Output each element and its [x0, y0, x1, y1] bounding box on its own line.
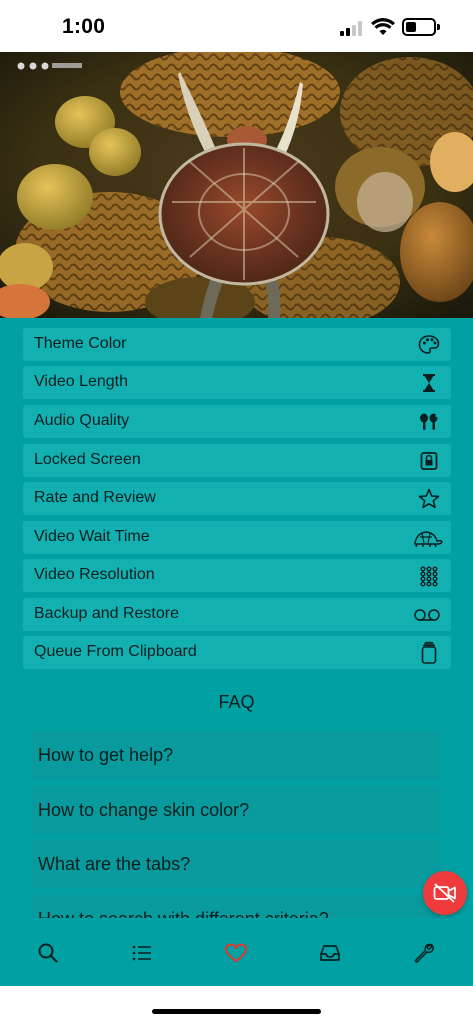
- list-icon[interactable]: [129, 940, 155, 966]
- faq-item-skin-color[interactable]: How to change skin color?: [32, 786, 441, 834]
- setting-label: Backup and Restore: [34, 605, 179, 622]
- earbuds-icon: [420, 413, 438, 430]
- home-indicator[interactable]: [152, 1009, 321, 1014]
- setting-rate-review[interactable]: Rate and Review: [23, 482, 451, 515]
- faq-question: How to get help?: [38, 745, 174, 765]
- faq-question: What are the tabs?: [38, 854, 191, 874]
- video-off-icon: [433, 883, 456, 903]
- setting-label: Locked Screen: [34, 451, 141, 468]
- setting-backup-restore[interactable]: Backup and Restore: [23, 598, 451, 631]
- lock-icon: [420, 452, 438, 470]
- faq-question: How to search with different criteria?: [38, 909, 329, 918]
- wrench-icon[interactable]: [411, 940, 437, 966]
- palette-icon: [418, 335, 440, 354]
- tab-bar: [0, 918, 473, 986]
- setting-label: Video Resolution: [34, 566, 155, 583]
- home-indicator-area: [0, 986, 473, 1024]
- faq-title: FAQ: [218, 692, 255, 712]
- setting-queue-clipboard[interactable]: Queue From Clipboard: [23, 636, 451, 669]
- video-player[interactable]: [0, 52, 473, 318]
- faq-item-search-criteria[interactable]: How to search with different criteria?: [32, 895, 441, 918]
- cellular-signal-icon: [340, 20, 366, 36]
- video-off-button[interactable]: [423, 871, 467, 915]
- voicemail-icon: [414, 609, 440, 621]
- status-time: 1:00: [62, 15, 106, 38]
- setting-label: Rate and Review: [34, 489, 156, 506]
- setting-theme-color[interactable]: Theme Color: [23, 328, 451, 361]
- setting-label: Video Length: [34, 373, 129, 390]
- wifi-icon: [371, 18, 395, 35]
- setting-label: Queue From Clipboard: [34, 643, 197, 660]
- grid-dots-icon: [420, 566, 438, 587]
- hourglass-icon: [423, 374, 435, 392]
- faq-item-tabs[interactable]: What are the tabs?: [32, 840, 441, 888]
- turtle-video-frame: [0, 52, 473, 318]
- inbox-icon[interactable]: [317, 940, 343, 966]
- battery-icon: [402, 18, 440, 36]
- tortoise-icon: [414, 531, 443, 548]
- setting-video-length[interactable]: Video Length: [23, 366, 451, 399]
- search-icon[interactable]: [35, 940, 61, 966]
- faq-question: How to change skin color?: [38, 800, 250, 820]
- setting-label: Theme Color: [34, 335, 127, 352]
- faq-item-get-help[interactable]: How to get help?: [32, 731, 441, 779]
- setting-label: Video Wait Time: [34, 528, 150, 545]
- star-icon: [418, 488, 440, 509]
- content-area: Theme Color Video Length Audio Quality L…: [0, 318, 473, 918]
- heart-icon[interactable]: [223, 940, 249, 966]
- setting-label: Audio Quality: [34, 412, 130, 429]
- setting-audio-quality[interactable]: Audio Quality: [23, 405, 451, 438]
- clipboard-icon: [421, 641, 437, 664]
- status-bar: 1:00: [0, 0, 473, 52]
- setting-locked-screen[interactable]: Locked Screen: [23, 444, 451, 477]
- setting-video-resolution[interactable]: Video Resolution: [23, 559, 451, 592]
- setting-video-wait-time[interactable]: Video Wait Time: [23, 521, 451, 554]
